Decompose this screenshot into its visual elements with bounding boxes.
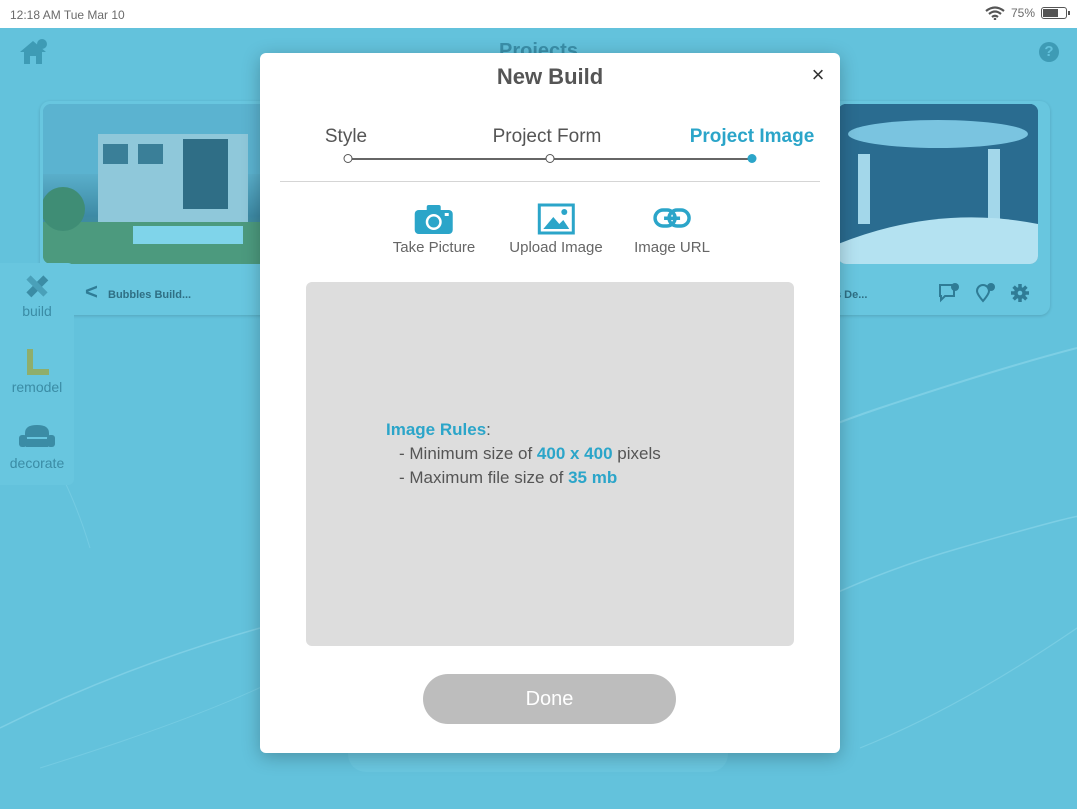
side-item-build[interactable]: build <box>0 271 74 319</box>
rule-min-prefix: - Minimum size of <box>399 444 537 463</box>
gear-icon[interactable] <box>1010 283 1030 303</box>
rule-min-size: - Minimum size of 400 x 400 pixels <box>386 442 661 466</box>
battery-icon <box>1041 7 1070 19</box>
chat-icon[interactable] <box>938 283 960 303</box>
step-project-form-label[interactable]: Project Form <box>493 126 602 148</box>
rules-heading-suffix: : <box>486 420 491 439</box>
wifi-icon <box>985 6 1005 20</box>
step-style-label[interactable]: Style <box>325 126 367 148</box>
pin-icon[interactable] <box>974 283 996 303</box>
rule-min-suffix: pixels <box>612 444 661 463</box>
image-icon <box>537 203 575 235</box>
stepper: Style Project Form Project Image <box>280 123 820 183</box>
step-project-form-dot <box>545 154 555 163</box>
battery-fill <box>1043 9 1058 17</box>
side-item-label: decorate <box>9 455 65 471</box>
side-item-label: build <box>22 303 52 319</box>
status-right: 75% <box>985 6 1070 20</box>
battery-percent: 75% <box>1010 6 1035 20</box>
armchair-icon <box>19 425 55 447</box>
image-drop-area[interactable]: Image Rules: - Minimum size of 400 x 400… <box>306 282 794 646</box>
step-project-image-dot <box>747 154 757 163</box>
rule-min-value: 400 x 400 <box>536 444 613 463</box>
rules-heading-line: Image Rules: <box>386 418 661 442</box>
status-bar: 12:18 AM Tue Mar 10 75% <box>0 0 1077 28</box>
image-rules: Image Rules: - Minimum size of 400 x 400… <box>386 418 661 490</box>
step-project-image-label[interactable]: Project Image <box>690 126 815 148</box>
image-url-button[interactable]: Image URL <box>634 203 710 256</box>
link-icon <box>653 208 691 228</box>
side-item-remodel[interactable]: remodel <box>0 347 74 395</box>
rule-max-prefix: - Maximum file size of <box>399 468 569 487</box>
take-picture-label: Take Picture <box>392 239 476 256</box>
status-time: 12:18 AM Tue Mar 10 <box>10 8 125 22</box>
build-icon <box>26 275 49 298</box>
camera-icon <box>414 205 453 234</box>
project-caption-left: Bubbles Build... <box>108 289 192 301</box>
project-photo-interior <box>838 104 1038 264</box>
done-button[interactable]: Done <box>423 674 676 724</box>
ruler-icon <box>27 349 49 375</box>
upload-image-label: Upload Image <box>509 239 603 256</box>
card-actions <box>938 283 1030 303</box>
image-url-label: Image URL <box>634 239 710 256</box>
house-illustration <box>43 104 273 264</box>
rules-heading: Image Rules <box>386 420 487 439</box>
upload-image-button[interactable]: Upload Image <box>509 203 603 256</box>
interior-illustration <box>838 104 1038 264</box>
carousel-back-button[interactable]: < <box>85 279 98 305</box>
close-button[interactable]: × <box>806 63 830 87</box>
stepper-divider <box>280 181 820 182</box>
new-build-modal: New Build × Style Project Form Project I… <box>260 53 840 753</box>
close-icon: × <box>811 62 825 87</box>
project-photo-house <box>43 104 273 264</box>
take-picture-button[interactable]: Take Picture <box>392 203 476 256</box>
modal-title: New Build <box>496 64 604 89</box>
rule-max-value: 35 mb <box>568 468 618 487</box>
rule-max-file: - Maximum file size of 35 mb <box>386 466 661 490</box>
side-item-decorate[interactable]: decorate <box>0 423 74 471</box>
step-style-dot <box>343 154 353 163</box>
side-menu: build remodel decorate <box>0 263 74 485</box>
side-item-label: remodel <box>11 379 63 395</box>
help-icon[interactable]: ? <box>1039 42 1059 62</box>
